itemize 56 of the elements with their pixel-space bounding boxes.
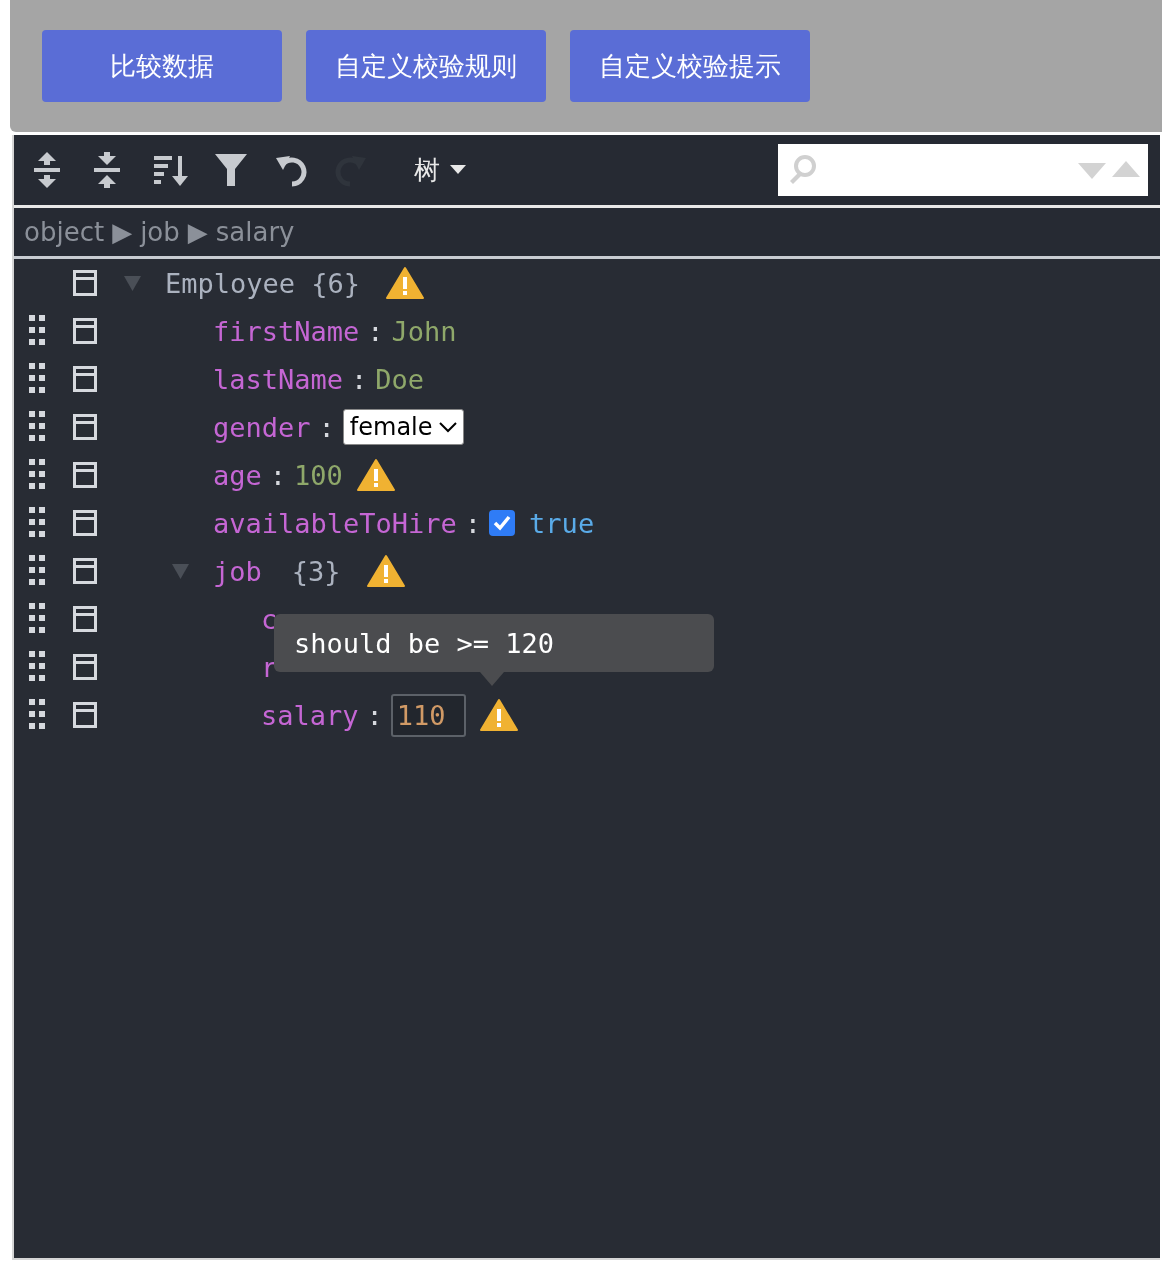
context-menu-icon[interactable] (73, 510, 97, 536)
context-menu-icon[interactable] (73, 654, 97, 680)
breadcrumb-item[interactable]: job (140, 217, 180, 247)
breadcrumb-item[interactable]: salary (215, 217, 295, 247)
drag-handle-icon[interactable] (29, 363, 45, 395)
drag-handle-icon[interactable] (29, 603, 45, 635)
breadcrumb-item[interactable]: object (24, 217, 105, 247)
colon: : (268, 459, 288, 491)
context-menu-icon[interactable] (73, 414, 97, 440)
field-value: Doe (375, 363, 425, 395)
field-value: true (529, 507, 595, 539)
field-key: gender (213, 411, 311, 443)
context-menu-icon[interactable] (73, 702, 97, 728)
drag-handle-icon[interactable] (29, 315, 45, 347)
value-dropdown[interactable]: female (342, 409, 464, 445)
action-button[interactable]: 自定义校验提示 (570, 30, 810, 102)
colon: : (365, 699, 384, 731)
context-menu-icon[interactable] (73, 462, 97, 488)
field-key: firstName (213, 315, 360, 347)
colon: : (366, 315, 385, 347)
breadcrumb-separator: ▶ (112, 217, 133, 247)
drag-handle-icon[interactable] (29, 411, 45, 443)
field-key: age (213, 459, 262, 491)
mode-dropdown[interactable]: 树 (414, 152, 466, 188)
field-key: lastName (213, 363, 344, 395)
value-input[interactable]: 110 (390, 693, 466, 737)
root-label: Employee (165, 267, 296, 299)
context-menu-icon[interactable] (73, 558, 97, 584)
item-count: {3} (291, 555, 341, 587)
drag-handle-icon[interactable] (29, 507, 45, 539)
colon: : (350, 363, 369, 395)
context-menu-icon[interactable] (73, 270, 97, 296)
checkbox[interactable] (489, 510, 516, 536)
tooltip-pointer (480, 672, 504, 686)
field-key: availableToHire (213, 507, 457, 539)
action-button[interactable]: 自定义校验规则 (306, 30, 546, 102)
field-value: John (391, 315, 457, 347)
context-menu-icon[interactable] (73, 318, 97, 344)
drag-handle-icon[interactable] (29, 651, 45, 683)
error-tooltip: should be >= 120 (274, 614, 714, 672)
chevron-icon (438, 421, 457, 433)
context-menu-icon[interactable] (73, 606, 97, 632)
field-key: salary (261, 699, 359, 731)
colon: : (463, 507, 483, 539)
field-key: job (213, 555, 262, 587)
colon: : (317, 411, 336, 443)
breadcrumb-separator: ▶ (187, 217, 208, 247)
filter-icon[interactable] (214, 152, 248, 188)
field-value: 100 (294, 459, 343, 491)
caret-icon (450, 165, 466, 175)
context-menu-icon[interactable] (73, 366, 97, 392)
drag-handle-icon[interactable] (29, 699, 45, 731)
item-count: {6} (311, 267, 360, 299)
action-button[interactable]: 比较数据 (42, 30, 282, 102)
drag-handle-icon[interactable] (29, 459, 45, 491)
drag-handle-icon[interactable] (29, 555, 45, 587)
